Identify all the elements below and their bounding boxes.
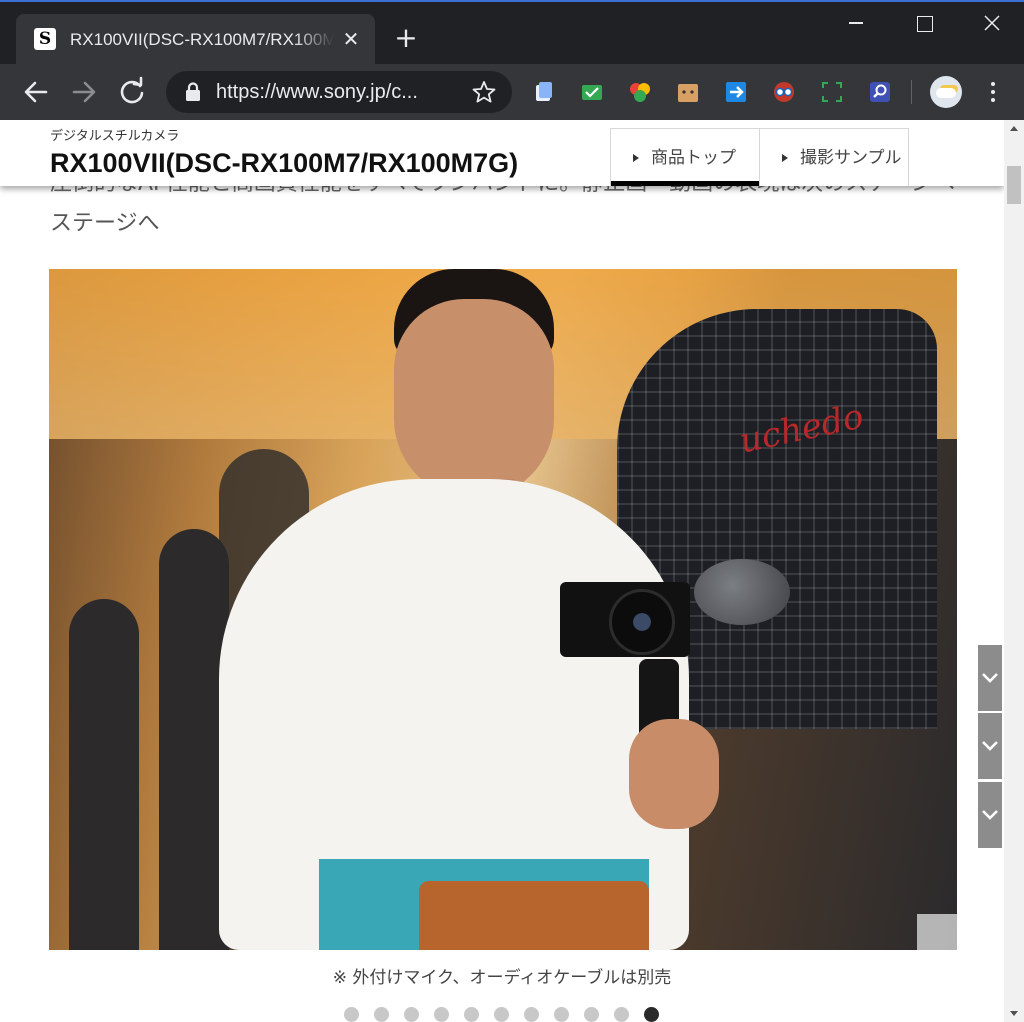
window-accent-line xyxy=(0,0,1024,2)
back-button[interactable] xyxy=(20,76,52,108)
address-bar[interactable]: https://www.sony.jp/c... xyxy=(166,71,512,113)
forward-button[interactable] xyxy=(68,76,100,108)
tab-shooting-samples[interactable]: 撮影サンプル xyxy=(759,128,909,186)
photo-caption: ※ 外付けマイク、オーディオケーブルは別売 xyxy=(332,968,672,988)
mail-check-extension-icon[interactable] xyxy=(580,80,604,104)
scroll-down-arrow-icon[interactable] xyxy=(1004,1005,1024,1022)
web-page: 圧倒的なAF性能と高画質性能をすべてワンハンドに。静止画・動画の表現は次のステー… xyxy=(0,120,1004,1022)
hero-photo: uchedo xyxy=(49,269,957,950)
browser-toolbar: https://www.sony.jp/c... xyxy=(0,64,1024,120)
carousel-dot[interactable] xyxy=(554,1007,569,1022)
window-minimize-button[interactable] xyxy=(836,8,876,38)
arrow-left-icon xyxy=(24,81,48,103)
carousel-dot[interactable] xyxy=(494,1007,509,1022)
chevron-down-icon xyxy=(982,741,998,751)
carousel-dot[interactable] xyxy=(344,1007,359,1022)
scrollbar-thumb[interactable] xyxy=(1007,166,1021,204)
cat-face-extension-icon[interactable] xyxy=(676,80,700,104)
glasses-face-extension-icon[interactable] xyxy=(772,80,796,104)
screenshot-frame-extension-icon[interactable] xyxy=(820,80,844,104)
tab-shooting-samples-label: 撮影サンプル xyxy=(800,148,902,168)
product-category: デジタルスチルカメラ xyxy=(50,129,180,144)
page-scrollbar[interactable] xyxy=(1004,120,1024,1022)
lock-icon[interactable] xyxy=(184,82,202,102)
carousel-dot[interactable] xyxy=(464,1007,479,1022)
chevron-down-icon xyxy=(982,810,998,820)
tab-product-top[interactable]: 商品トップ xyxy=(610,128,760,186)
photo-hand xyxy=(629,719,719,829)
photo-windscreen-mic xyxy=(694,559,790,625)
product-sticky-header: デジタルスチルカメラ RX100VII(DSC-RX100M7/RX100M7G… xyxy=(0,120,1004,186)
url-text[interactable]: https://www.sony.jp/c... xyxy=(216,80,456,104)
carousel-dot[interactable] xyxy=(524,1007,539,1022)
reload-icon xyxy=(120,76,144,104)
sony-favicon-icon: S xyxy=(34,28,56,50)
float-nav-button-3[interactable] xyxy=(978,782,1002,848)
browser-menu-icon[interactable] xyxy=(980,80,1004,104)
photo-leather-bag xyxy=(419,881,649,950)
browser-tab-active[interactable]: S RX100VII(DSC-RX100M7/RX100M7G) ✕ xyxy=(16,14,375,64)
tab-title: RX100VII(DSC-RX100M7/RX100M7G) xyxy=(70,30,334,49)
scroll-up-arrow-icon[interactable] xyxy=(1004,120,1024,137)
search-magnifier-extension-icon[interactable] xyxy=(868,80,892,104)
bookmark-star-icon[interactable] xyxy=(472,80,496,104)
carousel-dot[interactable] xyxy=(614,1007,629,1022)
window-close-icon xyxy=(984,15,1000,31)
photo-face xyxy=(394,299,554,499)
browser-tabstrip: S RX100VII(DSC-RX100M7/RX100M7G) ✕ + xyxy=(0,0,1024,64)
carousel-dot[interactable] xyxy=(434,1007,449,1022)
product-title: RX100VII(DSC-RX100M7/RX100M7G) xyxy=(50,148,519,178)
window-close-button[interactable] xyxy=(972,8,1012,38)
float-nav-button-2[interactable] xyxy=(978,713,1002,779)
arrow-share-extension-icon[interactable] xyxy=(724,80,748,104)
intro-line-stage: ステージへ xyxy=(50,211,160,236)
toolbar-divider xyxy=(911,80,912,104)
float-nav-button-1[interactable] xyxy=(978,645,1002,711)
carousel-dot[interactable] xyxy=(404,1007,419,1022)
docs-extension-icon[interactable] xyxy=(532,80,556,104)
chevron-down-icon xyxy=(982,673,998,683)
photo-camera-lens xyxy=(609,589,675,655)
window-maximize-button[interactable] xyxy=(904,8,944,38)
color-picker-extension-icon[interactable] xyxy=(628,80,652,104)
tab-product-top-label: 商品トップ xyxy=(651,148,736,168)
profile-avatar[interactable] xyxy=(930,76,962,108)
photo-arch xyxy=(69,599,139,950)
arrow-right-icon xyxy=(72,81,96,103)
new-tab-button[interactable]: + xyxy=(392,24,420,52)
reload-button[interactable] xyxy=(116,76,148,108)
carousel-dot[interactable] xyxy=(584,1007,599,1022)
tab-close-icon[interactable]: ✕ xyxy=(338,26,364,52)
watermark-logo xyxy=(917,914,957,950)
carousel-dot[interactable] xyxy=(374,1007,389,1022)
carousel-dot[interactable] xyxy=(644,1007,659,1022)
